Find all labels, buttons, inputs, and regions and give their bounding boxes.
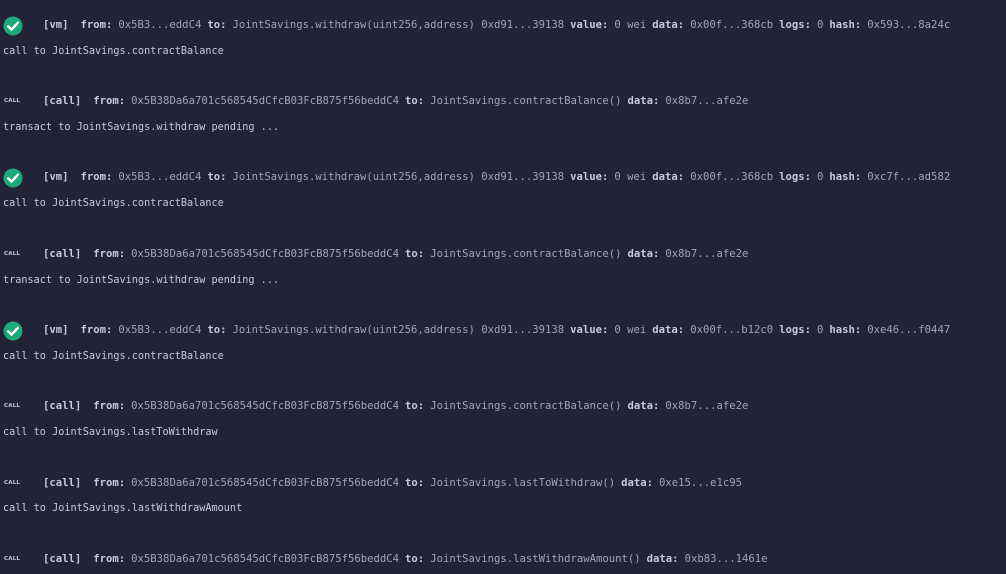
log-message: call to JointSavings.lastToWithdraw: [3, 427, 218, 438]
call-badge-icon: CALL: [4, 251, 21, 257]
hash-value: 0x593...8a24c: [867, 19, 951, 31]
to-target: JointSavings.lastWithdrawAmount(): [430, 553, 641, 565]
from-label: from:: [80, 171, 113, 183]
call-badge-icon: CALL: [4, 98, 21, 104]
logs-label: logs:: [779, 324, 811, 336]
log-message: call to JointSavings.lastWithdrawAmount: [3, 503, 243, 514]
data-label: data:: [621, 477, 654, 489]
hash-label: hash:: [829, 324, 862, 336]
call-badge-icon: CALL: [4, 556, 21, 562]
data-value: 0x00f...368cb: [690, 19, 774, 31]
from-address: 0x5B38Da6a701c568545dCfcB03FcB875f56bedd…: [131, 248, 400, 260]
logs-label: logs:: [779, 171, 811, 183]
from-address: 0x5B3...eddC4: [118, 171, 202, 183]
tx-kind: [call]: [43, 553, 82, 565]
data-label: data:: [652, 171, 685, 183]
log-message: transact to JointSavings.withdraw pendin…: [3, 275, 280, 286]
value-amount: 0 wei: [614, 324, 647, 336]
hash-value: 0xe46...f0447: [867, 324, 951, 336]
call-row[interactable]: CALL [call] from: 0x5B38Da6a701c568545dC…: [0, 245, 1006, 265]
transaction-row[interactable]: [vm] from: 0x5B3...eddC4 to: JointSaving…: [0, 16, 1006, 36]
from-label: from:: [80, 324, 113, 336]
call-row[interactable]: CALL [call] from: 0x5B38Da6a701c568545dC…: [0, 397, 1006, 417]
log-message: call to JointSavings.contractBalance: [3, 351, 224, 362]
to-target: JointSavings.withdraw(uint256,address) 0…: [232, 171, 565, 183]
data-value: 0x00f...368cb: [690, 171, 774, 183]
call-row[interactable]: CALL [call] from: 0x5B38Da6a701c568545dC…: [0, 550, 1006, 570]
from-label: from:: [93, 95, 126, 107]
from-label: from:: [93, 248, 126, 260]
data-label: data:: [652, 19, 685, 31]
value-amount: 0 wei: [614, 171, 647, 183]
call-row[interactable]: CALL [call] from: 0x5B38Da6a701c568545dC…: [0, 474, 1006, 494]
data-value: 0x00f...b12c0: [690, 324, 774, 336]
data-value: 0x8b7...afe2e: [665, 248, 749, 260]
from-label: from:: [93, 477, 126, 489]
tx-kind: [call]: [43, 400, 82, 412]
tx-kind: [vm]: [43, 19, 69, 31]
data-value: 0x8b7...afe2e: [665, 400, 749, 412]
from-label: from:: [80, 19, 113, 31]
to-target: JointSavings.withdraw(uint256,address) 0…: [232, 324, 565, 336]
data-label: data:: [627, 95, 660, 107]
from-label: from:: [93, 400, 126, 412]
from-address: 0x5B3...eddC4: [118, 19, 202, 31]
logs-label: logs:: [779, 19, 811, 31]
to-label: to:: [405, 95, 425, 107]
value-label: value:: [570, 324, 609, 336]
data-value: 0x8b7...afe2e: [665, 95, 749, 107]
value-amount: 0 wei: [614, 19, 647, 31]
call-badge-icon: CALL: [4, 480, 21, 486]
to-label: to:: [405, 477, 425, 489]
to-label: to:: [405, 400, 425, 412]
check-circle-icon: [3, 16, 23, 36]
from-address: 0x5B38Da6a701c568545dCfcB03FcB875f56bedd…: [131, 400, 400, 412]
value-label: value:: [570, 171, 609, 183]
from-address: 0x5B38Da6a701c568545dCfcB03FcB875f56bedd…: [131, 553, 400, 565]
log-message: call to JointSavings.contractBalance: [3, 198, 224, 209]
tx-kind: [call]: [43, 477, 82, 489]
from-address: 0x5B38Da6a701c568545dCfcB03FcB875f56bedd…: [131, 95, 400, 107]
call-badge-icon: CALL: [4, 403, 21, 409]
from-label: from:: [93, 553, 126, 565]
data-label: data:: [646, 553, 679, 565]
to-target: JointSavings.contractBalance(): [430, 248, 622, 260]
hash-value: 0xc7f...ad582: [867, 171, 951, 183]
log-message: transact to JointSavings.withdraw pendin…: [3, 122, 280, 133]
to-label: to:: [405, 248, 425, 260]
call-row[interactable]: CALL [call] from: 0x5B38Da6a701c568545dC…: [0, 92, 1006, 112]
hash-label: hash:: [829, 171, 862, 183]
tx-kind: [call]: [43, 248, 82, 260]
check-circle-icon: [3, 321, 23, 341]
to-label: to:: [207, 171, 227, 183]
data-value: 0xe15...e1c95: [659, 477, 742, 489]
terminal-output: [vm] from: 0x5B3...eddC4 to: JointSaving…: [0, 0, 1006, 574]
to-label: to:: [207, 324, 227, 336]
transaction-row[interactable]: [vm] from: 0x5B3...eddC4 to: JointSaving…: [0, 168, 1006, 188]
transaction-row[interactable]: [vm] from: 0x5B3...eddC4 to: JointSaving…: [0, 321, 1006, 341]
tx-kind: [call]: [43, 95, 82, 107]
value-label: value:: [570, 19, 609, 31]
to-label: to:: [405, 553, 425, 565]
hash-label: hash:: [829, 19, 862, 31]
from-address: 0x5B3...eddC4: [118, 324, 202, 336]
data-value: 0xb83...1461e: [684, 553, 768, 565]
to-target: JointSavings.contractBalance(): [430, 400, 622, 412]
tx-kind: [vm]: [43, 171, 69, 183]
to-target: JointSavings.contractBalance(): [430, 95, 622, 107]
log-message: call to JointSavings.contractBalance: [3, 46, 224, 57]
tx-kind: [vm]: [43, 324, 69, 336]
to-target: JointSavings.lastToWithdraw(): [430, 477, 616, 489]
to-target: JointSavings.withdraw(uint256,address) 0…: [232, 19, 565, 31]
data-label: data:: [627, 400, 660, 412]
check-circle-icon: [3, 168, 23, 188]
data-label: data:: [652, 324, 685, 336]
to-label: to:: [207, 19, 227, 31]
data-label: data:: [627, 248, 660, 260]
from-address: 0x5B38Da6a701c568545dCfcB03FcB875f56bedd…: [131, 477, 400, 489]
